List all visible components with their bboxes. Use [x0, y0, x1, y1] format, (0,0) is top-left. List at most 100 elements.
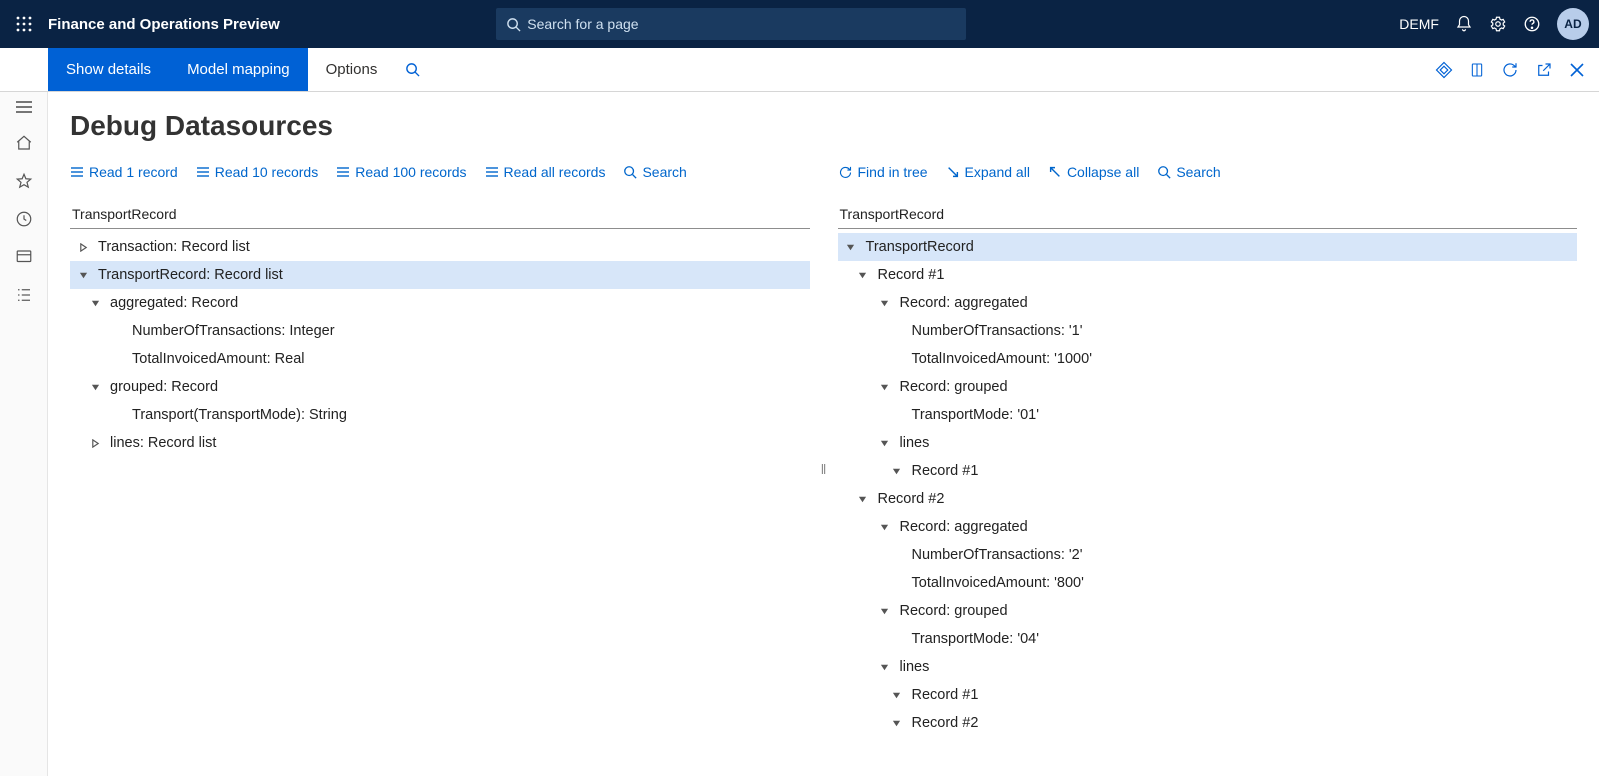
tree-node[interactable]: Record: grouped — [838, 597, 1578, 625]
read-all-records[interactable]: Read all records — [485, 164, 606, 180]
collapse-all[interactable]: Collapse all — [1048, 164, 1139, 180]
hamburger-icon[interactable] — [15, 100, 33, 114]
tree-node[interactable]: TransportRecord: Record list — [70, 261, 810, 289]
find-in-tree[interactable]: Find in tree — [838, 164, 928, 180]
tree-node-label: Record: aggregated — [900, 519, 1028, 535]
tree-node-label: Record #1 — [912, 687, 979, 703]
tree-node[interactable]: lines — [838, 653, 1578, 681]
avatar[interactable]: AD — [1557, 8, 1589, 40]
tree-node[interactable]: Record #1 — [838, 457, 1578, 485]
tree-node-label: lines — [900, 435, 930, 451]
tab-model-mapping[interactable]: Model mapping — [169, 48, 308, 91]
search-box[interactable]: Search for a page — [496, 8, 966, 40]
read-100-records[interactable]: Read 100 records — [336, 164, 466, 180]
panes: Read 1 record Read 10 records Read 100 r… — [70, 164, 1577, 737]
list-icon — [485, 166, 499, 178]
tree-twist-icon[interactable] — [890, 464, 904, 478]
left-search-button[interactable]: Search — [623, 164, 686, 180]
tree-twist-icon[interactable] — [878, 380, 892, 394]
help-icon[interactable] — [1523, 15, 1541, 33]
tree-node[interactable]: Record #2 — [838, 485, 1578, 513]
refresh-icon[interactable] — [1501, 61, 1519, 79]
tree-node[interactable]: lines: Record list — [70, 429, 810, 457]
modules-icon[interactable] — [15, 286, 33, 304]
left-subheader: TransportRecord — [70, 200, 810, 229]
tree-node-label: grouped: Record — [110, 379, 218, 395]
read-1-record[interactable]: Read 1 record — [70, 164, 178, 180]
read-10-records[interactable]: Read 10 records — [196, 164, 319, 180]
tree-node[interactable]: TransportMode: '04' — [838, 625, 1578, 653]
tree-twist-icon[interactable] — [878, 436, 892, 450]
bell-icon[interactable] — [1455, 15, 1473, 33]
right-tree: TransportRecordRecord #1Record: aggregat… — [838, 233, 1578, 737]
tree-twist-icon[interactable] — [844, 240, 858, 254]
left-toolbar: Read 1 record Read 10 records Read 100 r… — [70, 164, 810, 180]
tree-twist-icon[interactable] — [890, 716, 904, 730]
tree-twist-icon[interactable] — [76, 240, 90, 254]
tree-twist-icon[interactable] — [878, 296, 892, 310]
tree-leaf-icon — [890, 576, 904, 590]
search-placeholder: Search for a page — [527, 16, 638, 32]
tree-node-label: TotalInvoicedAmount: Real — [132, 351, 305, 367]
page-icon[interactable] — [1469, 61, 1485, 79]
tree-twist-icon[interactable] — [76, 268, 90, 282]
tree-twist-icon[interactable] — [88, 296, 102, 310]
close-icon[interactable] — [1569, 62, 1585, 78]
search-icon — [623, 165, 637, 179]
tree-node[interactable]: TotalInvoicedAmount: '800' — [838, 569, 1578, 597]
tree-node[interactable]: Record: grouped — [838, 373, 1578, 401]
tree-twist-icon[interactable] — [88, 380, 102, 394]
tree-node[interactable]: Record: aggregated — [838, 289, 1578, 317]
tree-node[interactable]: Record: aggregated — [838, 513, 1578, 541]
right-search-button[interactable]: Search — [1157, 164, 1220, 180]
tree-node-label: Record #2 — [878, 491, 945, 507]
workspace-icon[interactable] — [15, 248, 33, 266]
tree-twist-icon[interactable] — [890, 688, 904, 702]
tree-twist-icon[interactable] — [88, 436, 102, 450]
app-title: Finance and Operations Preview — [48, 16, 280, 33]
shell: Debug Datasources Read 1 record Read 10 … — [0, 92, 1599, 776]
tree-node[interactable]: NumberOfTransactions: '1' — [838, 317, 1578, 345]
star-icon[interactable] — [15, 172, 33, 190]
tree-twist-icon[interactable] — [878, 660, 892, 674]
expand-all[interactable]: Expand all — [946, 164, 1030, 180]
gear-icon[interactable] — [1489, 15, 1507, 33]
top-bar: Finance and Operations Preview Search fo… — [0, 0, 1599, 48]
page-title: Debug Datasources — [70, 110, 1577, 142]
tree-twist-icon[interactable] — [856, 492, 870, 506]
tree-node[interactable]: TotalInvoicedAmount: '1000' — [838, 345, 1578, 373]
tree-node-label: Record: aggregated — [900, 295, 1028, 311]
recent-icon[interactable] — [15, 210, 33, 228]
tree-node[interactable]: aggregated: Record — [70, 289, 810, 317]
tree-node[interactable]: Transaction: Record list — [70, 233, 810, 261]
tree-node[interactable]: Record #1 — [838, 681, 1578, 709]
topbar-right: DEMF AD — [1399, 8, 1589, 40]
home-icon[interactable] — [15, 134, 33, 152]
tree-node[interactable]: TransportRecord — [838, 233, 1578, 261]
splitter-handle[interactable]: ‖ — [821, 461, 827, 477]
tree-node[interactable]: TransportMode: '01' — [838, 401, 1578, 429]
tab-show-details[interactable]: Show details — [48, 48, 169, 91]
tree-leaf-icon — [110, 408, 124, 422]
tree-twist-icon[interactable] — [878, 604, 892, 618]
tree-node[interactable]: NumberOfTransactions: '2' — [838, 541, 1578, 569]
tree-node-label: Record #2 — [912, 715, 979, 731]
company-label[interactable]: DEMF — [1399, 16, 1439, 32]
popout-icon[interactable] — [1535, 61, 1553, 79]
paperclip-icon[interactable] — [1435, 61, 1453, 79]
tree-node[interactable]: Record #2 — [838, 709, 1578, 737]
tree-node[interactable]: NumberOfTransactions: Integer — [70, 317, 810, 345]
tree-node[interactable]: Record #1 — [838, 261, 1578, 289]
tree-node-label: NumberOfTransactions: Integer — [132, 323, 335, 339]
app-launcher-icon[interactable] — [10, 10, 38, 38]
tree-node[interactable]: grouped: Record — [70, 373, 810, 401]
action-search-icon[interactable] — [395, 48, 430, 91]
tree-twist-icon[interactable] — [878, 520, 892, 534]
tree-node-label: lines — [900, 659, 930, 675]
tree-node[interactable]: Transport(TransportMode): String — [70, 401, 810, 429]
tree-node[interactable]: TotalInvoicedAmount: Real — [70, 345, 810, 373]
tree-node-label: lines: Record list — [110, 435, 216, 451]
tree-node[interactable]: lines — [838, 429, 1578, 457]
tree-twist-icon[interactable] — [856, 268, 870, 282]
tab-options[interactable]: Options — [308, 48, 396, 91]
